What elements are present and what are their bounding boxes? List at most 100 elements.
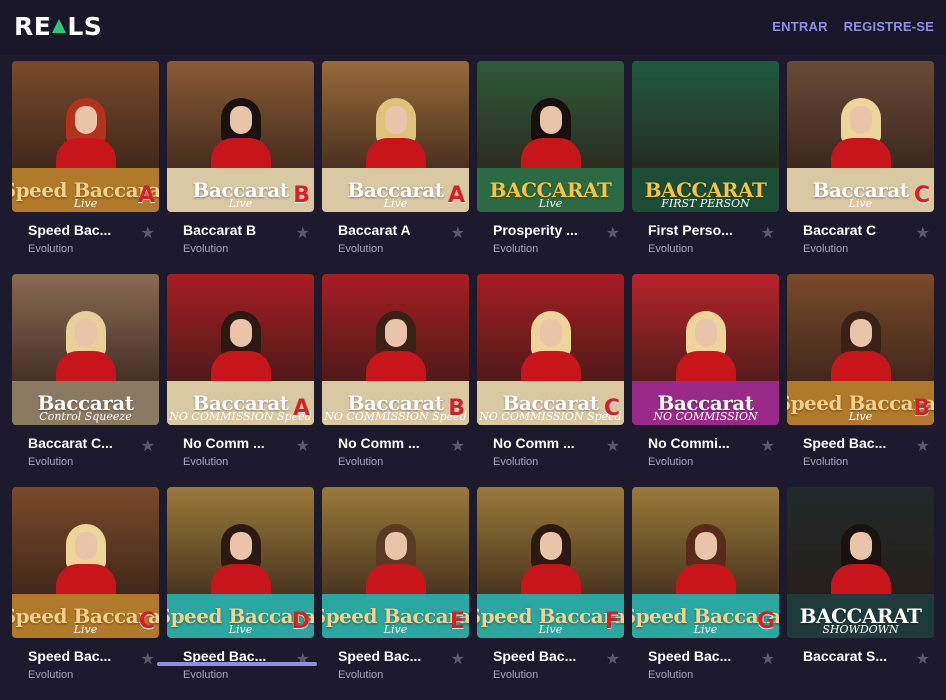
game-name[interactable]: Baccarat C...	[28, 435, 113, 451]
game-banner: Speed BaccaratLiveD	[167, 594, 314, 638]
game-name[interactable]: Speed Bac...	[803, 435, 886, 451]
table-letter: A	[447, 183, 465, 208]
dealer-face	[694, 532, 717, 560]
game-thumbnail[interactable]: Baccarat NO COMMISSION	[632, 274, 779, 425]
register-button[interactable]: REGISTRE-SE	[844, 19, 934, 34]
game-name[interactable]: Speed Bac...	[28, 222, 111, 238]
game-banner: Baccarat Live B	[167, 168, 314, 212]
favorite-star-icon[interactable]: ★	[451, 223, 465, 243]
favorite-star-icon[interactable]: ★	[606, 436, 620, 456]
favorite-star-icon[interactable]: ★	[916, 436, 930, 456]
game-name[interactable]: No Comm ...	[183, 435, 265, 451]
favorite-star-icon[interactable]: ★	[761, 649, 775, 669]
game-name[interactable]: Baccarat B	[183, 222, 256, 238]
game-card[interactable]: Baccarat NO COMMISSION Speed C No Comm ... E…	[477, 274, 624, 487]
favorite-star-icon[interactable]: ★	[451, 436, 465, 456]
game-thumbnail[interactable]: Baccarat Control Squeeze	[12, 274, 159, 425]
dealer-face	[849, 106, 872, 134]
game-thumbnail[interactable]: Speed BaccaratLiveD	[167, 487, 314, 638]
game-card[interactable]: Speed BaccaratLiveGSpeed Bac...Evolution…	[632, 487, 779, 700]
game-grid: Speed BaccaratLiveASpeed Bac...Evolution…	[12, 61, 934, 700]
table-letter: F	[604, 609, 620, 634]
game-name[interactable]: No Comm ...	[338, 435, 420, 451]
game-thumbnail[interactable]: Baccarat NO COMMISSION Speed C	[477, 274, 624, 425]
game-meta: First Perso... Evolution ★	[632, 212, 779, 255]
game-name[interactable]: Baccarat A	[338, 222, 411, 238]
game-card[interactable]: BACCARAT SHOWDOWN Baccarat S... ★	[787, 487, 934, 700]
game-card[interactable]: Speed BaccaratLiveA Speed Bac... Evolution…	[12, 61, 159, 274]
game-name[interactable]: No Commi...	[648, 435, 730, 451]
dealer-image	[55, 311, 116, 391]
dealer-image	[830, 311, 891, 391]
game-thumbnail[interactable]: Baccarat NO COMMISSION Speed A	[167, 274, 314, 425]
favorite-star-icon[interactable]: ★	[141, 649, 155, 669]
game-thumbnail[interactable]: BACCARAT FIRST PERSON	[632, 61, 779, 212]
favorite-star-icon[interactable]: ★	[916, 649, 930, 669]
favorite-star-icon[interactable]: ★	[296, 649, 310, 669]
dealer-face	[384, 106, 407, 134]
game-card[interactable]: Baccarat Live A Baccarat A Evolution ★	[322, 61, 469, 274]
game-thumbnail[interactable]: Speed BaccaratLiveG	[632, 487, 779, 638]
login-button[interactable]: ENTRAR	[772, 19, 827, 34]
game-thumbnail[interactable]: Speed BaccaratLiveB	[787, 274, 934, 425]
favorite-star-icon[interactable]: ★	[141, 436, 155, 456]
dealer-image	[55, 524, 116, 604]
game-thumbnail[interactable]: Baccarat NO COMMISSION Speed B	[322, 274, 469, 425]
game-thumbnail[interactable]: Speed BaccaratLiveF	[477, 487, 624, 638]
favorite-star-icon[interactable]: ★	[761, 223, 775, 243]
reals-logo[interactable]: RE LS	[14, 12, 102, 41]
game-card[interactable]: Baccarat NO COMMISSION No Commi... Evolutio…	[632, 274, 779, 487]
game-info: Baccarat C... Evolution	[28, 435, 113, 468]
dealer-image	[210, 98, 271, 178]
game-name[interactable]: Baccarat S...	[803, 648, 887, 664]
favorite-star-icon[interactable]: ★	[296, 436, 310, 456]
game-name[interactable]: No Comm ...	[493, 435, 575, 451]
game-name[interactable]: Speed Bac...	[28, 648, 111, 664]
game-name[interactable]: First Perso...	[648, 222, 733, 238]
game-card[interactable]: BACCARAT FIRST PERSON First Perso... Evolut…	[632, 61, 779, 274]
favorite-star-icon[interactable]: ★	[761, 436, 775, 456]
game-info: No Comm ... Evolution	[338, 435, 420, 468]
game-thumbnail[interactable]: Speed BaccaratLiveC	[12, 487, 159, 638]
game-card[interactable]: Speed BaccaratLiveFSpeed Bac...Evolution…	[477, 487, 624, 700]
favorite-star-icon[interactable]: ★	[141, 223, 155, 243]
game-name[interactable]: Speed Bac...	[338, 648, 421, 664]
game-thumbnail[interactable]: Baccarat Live C	[787, 61, 934, 212]
game-name[interactable]: Speed Bac...	[648, 648, 731, 664]
game-name[interactable]: Baccarat C	[803, 222, 876, 238]
game-card[interactable]: Baccarat Control Squeeze Baccarat C... Evol…	[12, 274, 159, 487]
game-provider: Evolution	[648, 456, 694, 468]
game-card[interactable]: Baccarat Live B Baccarat B Evolution ★	[167, 61, 314, 274]
game-card[interactable]: Speed BaccaratLiveDSpeed Bac...Evolution…	[167, 487, 314, 700]
game-banner: BACCARAT Live	[477, 168, 624, 212]
game-thumbnail[interactable]: Speed BaccaratLiveE	[322, 487, 469, 638]
game-card[interactable]: BACCARAT Live Prosperity ... Evolution ★	[477, 61, 624, 274]
game-meta: No Comm ... Evolution ★	[477, 425, 624, 468]
dealer-image	[365, 524, 426, 604]
game-info: No Comm ... Evolution	[493, 435, 575, 468]
dealer-face	[229, 319, 252, 347]
game-card[interactable]: Speed BaccaratLiveBSpeed Bac...Evolution…	[787, 274, 934, 487]
game-card[interactable]: Baccarat NO COMMISSION Speed B No Comm ... E…	[322, 274, 469, 487]
game-thumbnail[interactable]: Speed BaccaratLiveA	[12, 61, 159, 212]
game-info: No Commi... Evolution	[648, 435, 730, 468]
game-card[interactable]: Speed BaccaratLiveCSpeed Bac...Evolution…	[12, 487, 159, 700]
game-card[interactable]: Baccarat Live C Baccarat C Evolution ★	[787, 61, 934, 274]
game-thumbnail[interactable]: BACCARAT SHOWDOWN	[787, 487, 934, 638]
game-card[interactable]: Speed BaccaratLiveESpeed Bac...Evolution…	[322, 487, 469, 700]
game-thumbnail[interactable]: BACCARAT Live	[477, 61, 624, 212]
favorite-star-icon[interactable]: ★	[451, 649, 465, 669]
favorite-star-icon[interactable]: ★	[606, 223, 620, 243]
game-thumbnail[interactable]: Baccarat Live A	[322, 61, 469, 212]
game-name[interactable]: Speed Bac...	[493, 648, 576, 664]
favorite-star-icon[interactable]: ★	[916, 223, 930, 243]
banner-subtitle: Live	[383, 623, 408, 636]
game-provider: Evolution	[28, 243, 74, 255]
favorite-star-icon[interactable]: ★	[606, 649, 620, 669]
favorite-star-icon[interactable]: ★	[296, 223, 310, 243]
game-meta: Speed Bac... Evolution ★	[477, 638, 624, 681]
game-card[interactable]: Baccarat NO COMMISSION Speed A No Comm ... E…	[167, 274, 314, 487]
scroll-indicator[interactable]	[157, 662, 317, 666]
game-name[interactable]: Prosperity ...	[493, 222, 578, 238]
game-thumbnail[interactable]: Baccarat Live B	[167, 61, 314, 212]
